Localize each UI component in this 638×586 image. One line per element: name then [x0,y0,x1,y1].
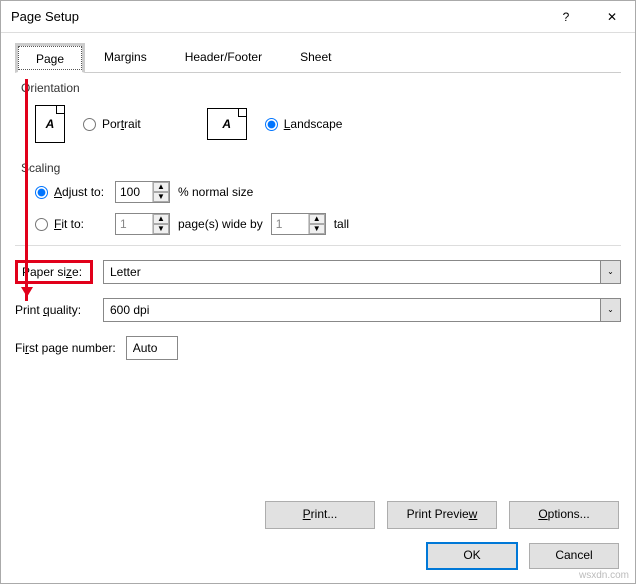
scaling-adjust-row: Adjust to: ▲▼ % normal size [35,181,621,203]
help-button[interactable]: ? [543,1,589,33]
radio-portrait-input[interactable] [83,118,96,131]
radio-landscape-input[interactable] [265,118,278,131]
first-page-label: First page number: [15,341,116,355]
radio-landscape[interactable]: Landscape [265,117,343,131]
fit-wide-spin-buttons[interactable]: ▲▼ [152,214,169,234]
ok-button[interactable]: OK [427,543,517,569]
tab-header-footer-label: Header/Footer [185,50,262,64]
fit-wide-spinner[interactable]: ▲▼ [115,213,170,235]
chevron-down-icon[interactable]: ▼ [153,192,169,202]
radio-portrait[interactable]: Portrait [83,117,141,131]
watermark: wsxdn.com [579,570,629,581]
paper-size-value: Letter [110,265,141,279]
action-row: Print... Print Preview Options... [265,501,619,529]
print-quality-label: Print quality: [15,303,93,317]
chevron-down-icon[interactable]: ⌄ [600,261,620,283]
first-page-row: First page number: [15,336,621,360]
fit-wide-input[interactable] [116,214,152,234]
tab-page[interactable]: Page [15,43,85,73]
close-button[interactable]: ✕ [589,1,635,33]
radio-fit-label: Fit to: [54,217,84,231]
annotation-arrow-icon [25,79,28,301]
tab-page-label: Page [36,52,64,66]
orientation-group-label: Orientation [21,81,621,95]
scaling-fit-row: Fit to: ▲▼ page(s) wide by ▲▼ tall [35,213,621,235]
scaling-group: Adjust to: ▲▼ % normal size Fit to: ▲▼ p… [15,181,621,235]
dialog-title: Page Setup [11,9,543,24]
tab-margins[interactable]: Margins [85,43,166,73]
print-quality-value: 600 dpi [110,303,149,317]
landscape-page-icon: A [207,108,247,140]
chevron-down-icon[interactable]: ▼ [309,224,325,234]
radio-landscape-label: Landscape [284,117,343,131]
help-icon: ? [563,10,570,24]
print-quality-row: Print quality: 600 dpi ⌄ [15,298,621,322]
print-preview-button[interactable]: Print Preview [387,501,497,529]
radio-adjust-input[interactable] [35,186,48,199]
portrait-page-icon: A [35,105,65,143]
tab-sheet-label: Sheet [300,50,331,64]
paper-size-row: Paper size: Letter ⌄ [15,260,621,284]
adjust-spin-buttons[interactable]: ▲▼ [152,182,169,202]
footer-row: OK Cancel [427,543,619,569]
fit-tall-spinner[interactable]: ▲▼ [271,213,326,235]
radio-adjust[interactable]: Adjust to: [35,185,107,199]
dialog-body: Page Margins Header/Footer Sheet Orienta… [1,33,635,360]
close-icon: ✕ [607,10,617,24]
fit-wide-suffix: page(s) wide by [178,217,263,231]
fit-tall-spin-buttons[interactable]: ▲▼ [308,214,325,234]
cancel-label: Cancel [555,548,592,562]
chevron-down-icon[interactable]: ▼ [153,224,169,234]
ok-label: OK [463,548,480,562]
chevron-up-icon[interactable]: ▲ [153,214,169,224]
print-button[interactable]: Print... [265,501,375,529]
chevron-up-icon[interactable]: ▲ [153,182,169,192]
radio-portrait-label: Portrait [102,117,141,131]
tab-bar: Page Margins Header/Footer Sheet [15,43,621,73]
print-quality-select[interactable]: 600 dpi ⌄ [103,298,621,322]
adjust-spinner[interactable]: ▲▼ [115,181,170,203]
options-button[interactable]: Options... [509,501,619,529]
radio-fit[interactable]: Fit to: [35,217,107,231]
fit-tall-input[interactable] [272,214,308,234]
divider [15,245,621,246]
adjust-input[interactable] [116,182,152,202]
tab-header-footer[interactable]: Header/Footer [166,43,281,73]
chevron-down-icon[interactable]: ⌄ [600,299,620,321]
radio-adjust-label: Adjust to: [54,185,104,199]
adjust-suffix: % normal size [178,185,253,199]
orientation-row: A Portrait A Landscape [15,101,621,153]
cancel-button[interactable]: Cancel [529,543,619,569]
radio-fit-input[interactable] [35,218,48,231]
titlebar: Page Setup ? ✕ [1,1,635,33]
chevron-up-icon[interactable]: ▲ [309,214,325,224]
tab-sheet[interactable]: Sheet [281,43,350,73]
page-setup-dialog: Page Setup ? ✕ Page Margins Header/Foote… [0,0,636,584]
paper-size-select[interactable]: Letter ⌄ [103,260,621,284]
first-page-input[interactable] [126,336,178,360]
fit-tall-suffix: tall [334,217,349,231]
tab-margins-label: Margins [104,50,147,64]
scaling-group-label: Scaling [21,161,621,175]
